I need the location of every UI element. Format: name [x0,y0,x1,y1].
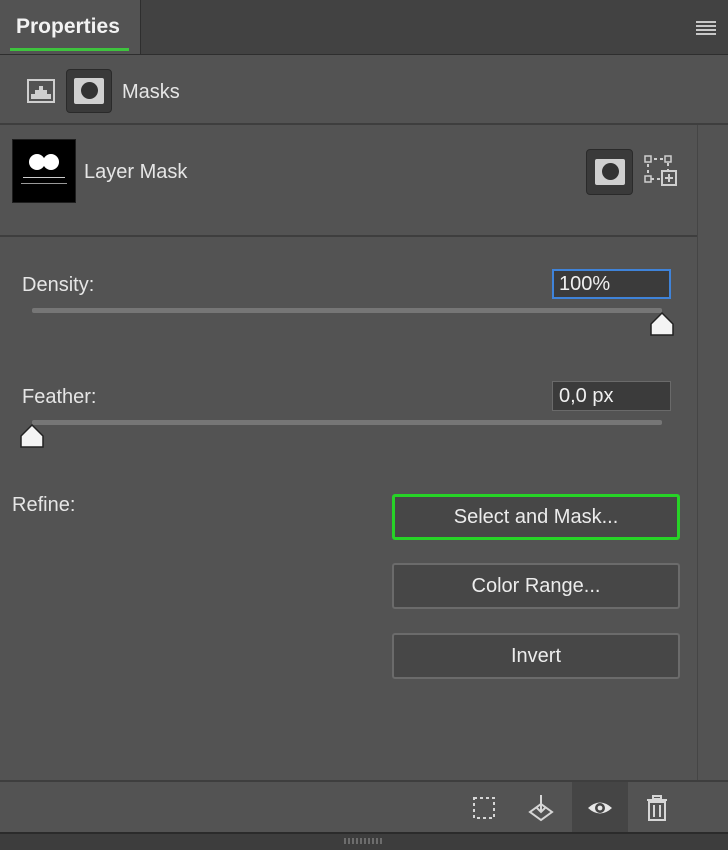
feather-slider-track[interactable] [32,420,662,425]
add-vector-mask-icon[interactable] [644,155,678,187]
feather-input[interactable]: 0,0 px [552,381,671,411]
delete-trash-icon[interactable] [643,794,671,822]
visibility-toggle[interactable] [572,782,628,832]
pixel-layer-icon[interactable] [27,79,55,103]
add-pixel-mask-icon[interactable] [586,149,633,195]
color-range-button[interactable]: Color Range... [392,563,680,609]
tab-label: Properties [16,15,120,38]
resize-grip-icon[interactable] [344,838,382,844]
select-and-mask-button[interactable]: Select and Mask... [392,494,680,540]
tab-bar: Properties [0,0,728,55]
mask-thumbnail[interactable] [12,139,76,203]
layer-mask-row: Layer Mask [0,125,697,237]
active-tab-indicator [10,48,129,51]
properties-panel: Properties Masks Layer Mask Density: 100… [0,0,728,850]
tab-properties[interactable]: Properties [0,0,141,54]
panel-menu-icon[interactable] [696,21,716,35]
masks-label: Masks [122,81,180,103]
panel-scrollbar[interactable] [697,125,728,780]
panel-resize-bar[interactable] [0,832,728,850]
density-slider-track[interactable] [32,308,662,313]
density-label: Density: [22,274,95,296]
invert-button[interactable]: Invert [392,633,680,679]
feather-label: Feather: [22,386,97,408]
apply-mask-icon[interactable] [527,794,555,822]
feather-slider-thumb[interactable] [19,423,45,449]
refine-label: Refine: [12,494,76,516]
footer-toolbar [0,780,728,834]
density-slider-thumb[interactable] [649,311,675,337]
mode-row: Masks [0,55,728,125]
density-input[interactable]: 100% [552,269,671,299]
layer-mask-title: Layer Mask [84,161,188,183]
visibility-eye-icon [588,802,612,814]
layer-mask-icon[interactable] [66,69,112,113]
load-selection-icon[interactable] [470,794,498,822]
